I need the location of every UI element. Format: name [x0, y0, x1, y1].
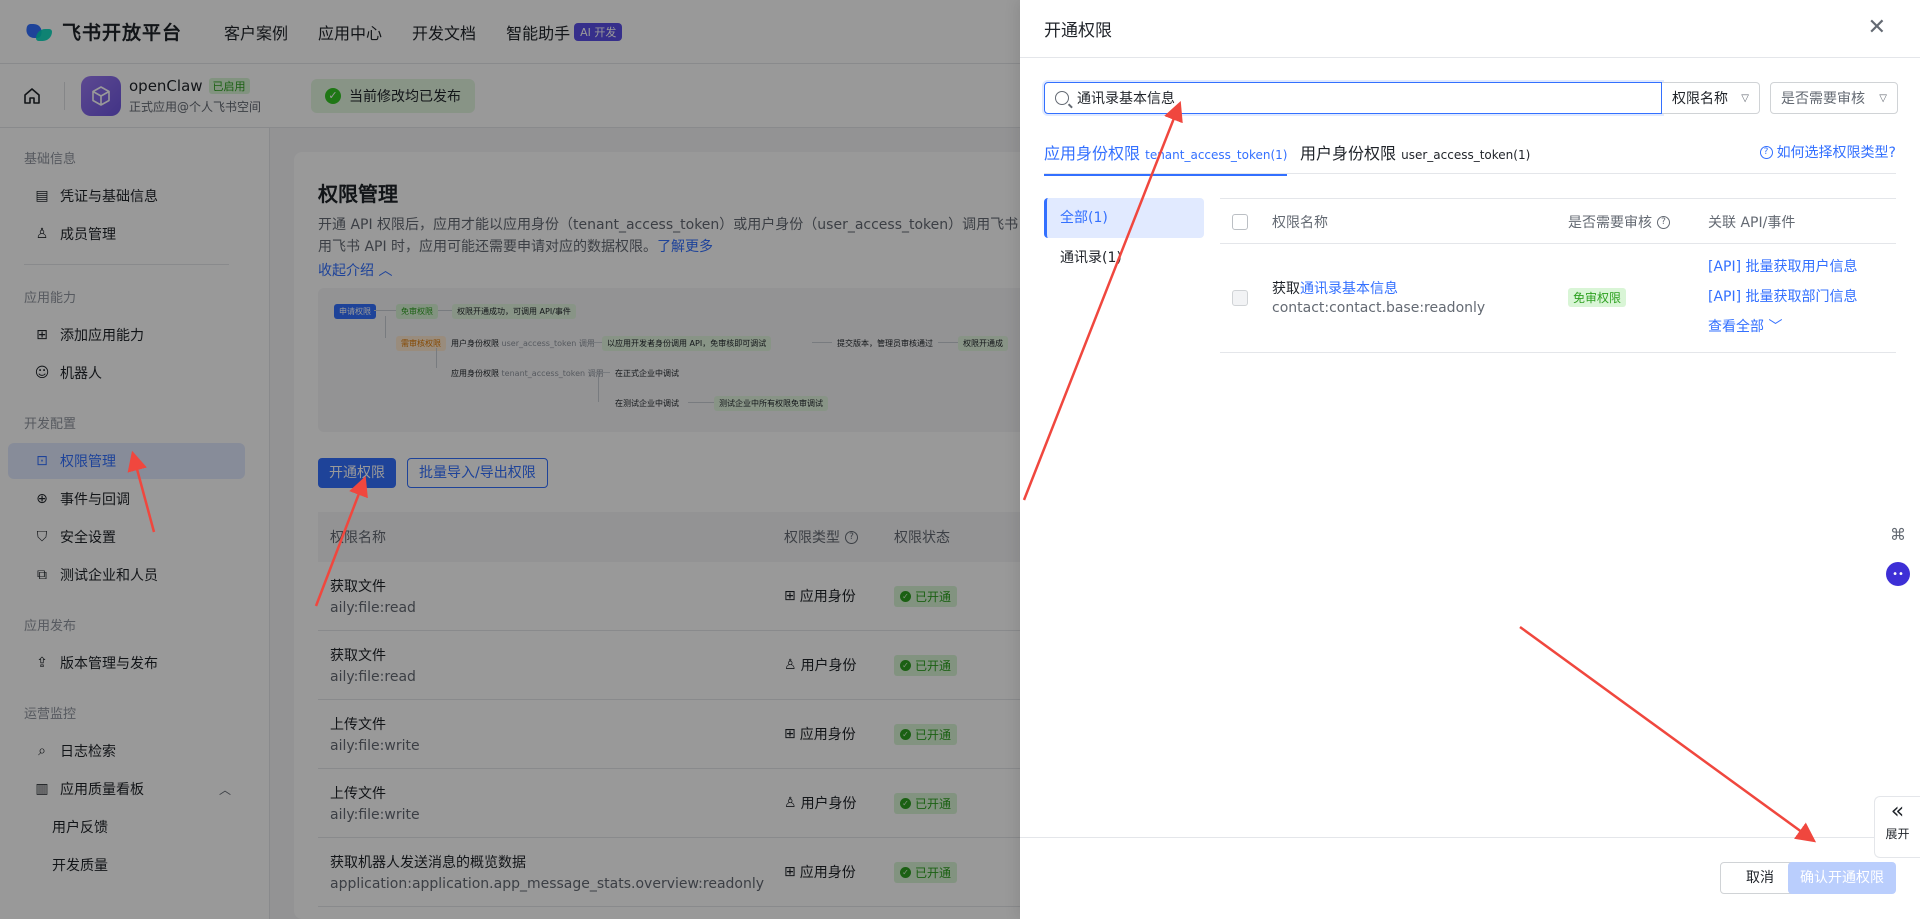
- api-link-batch-departments[interactable]: [API] 批量获取部门信息: [1708, 286, 1858, 306]
- tab-user-identity-token: user_access_token(1): [1401, 148, 1531, 162]
- drawer-title: 开通权限: [1044, 21, 1112, 41]
- modal-mask[interactable]: [0, 0, 1020, 919]
- permission-name-prefix: 获取: [1272, 281, 1300, 297]
- chevron-down-icon: ▽: [1879, 92, 1887, 104]
- search-input[interactable]: [1077, 90, 1637, 106]
- tab-app-identity[interactable]: 应用身份权限 tenant_access_token(1): [1044, 140, 1288, 176]
- expand-tab[interactable]: « 展开: [1874, 796, 1920, 858]
- table-header-api: 关联 API/事件: [1708, 215, 1796, 231]
- chevron-down-icon: ﹀: [1768, 319, 1783, 335]
- assistant-bot-icon[interactable]: ••: [1880, 556, 1916, 592]
- search-box: [1044, 82, 1662, 114]
- confirm-open-button[interactable]: 确认开通权限: [1788, 862, 1896, 894]
- table-header-review: 是否需要审核?: [1568, 212, 1670, 232]
- category-contacts[interactable]: 通讯录(1): [1044, 238, 1204, 278]
- drawer-footer: 取消 确认开通权限: [1020, 837, 1920, 919]
- select-all-checkbox[interactable]: [1232, 214, 1248, 230]
- view-all-link[interactable]: 查看全部 ﹀: [1708, 316, 1782, 336]
- api-link-batch-users[interactable]: [API] 批量获取用户信息: [1708, 256, 1858, 276]
- help-icon[interactable]: ?: [1657, 215, 1670, 229]
- tab-app-identity-label: 应用身份权限: [1044, 144, 1141, 163]
- row-checkbox[interactable]: [1232, 290, 1248, 306]
- tab-app-identity-token: tenant_access_token(1): [1145, 148, 1288, 162]
- search-field-select[interactable]: 权限名称 ▽: [1662, 82, 1760, 114]
- chevron-down-icon: ▽: [1741, 92, 1749, 104]
- search-field-label: 权限名称: [1672, 91, 1728, 107]
- review-badge: 免审权限: [1568, 288, 1627, 307]
- view-all-label: 查看全部: [1708, 319, 1764, 335]
- permission-name: 获取通讯录基本信息: [1272, 278, 1398, 298]
- apps-icon[interactable]: ⌘: [1880, 516, 1916, 552]
- close-icon[interactable]: ✕: [1868, 17, 1886, 39]
- floating-toolbar: ⌘ ••: [1876, 516, 1920, 596]
- permission-code: contact:contact.base:readonly: [1272, 300, 1486, 316]
- help-icon: ?: [1759, 145, 1773, 159]
- table-row: 获取通讯录基本信息 contact:contact.base:readonly …: [1220, 244, 1896, 353]
- search-highlight: 通讯录基本信息: [1300, 281, 1398, 297]
- table-header-name: 权限名称: [1272, 215, 1328, 231]
- identity-tabs: 应用身份权限 tenant_access_token(1) 用户身份权限 use…: [1044, 138, 1896, 176]
- expand-label: 展开: [1885, 827, 1910, 841]
- open-permission-drawer: 开通权限 ✕ 权限名称 ▽ 是否需要审核 ▽ 应用身份权限 tenant_acces…: [1020, 0, 1920, 919]
- review-filter-select[interactable]: 是否需要审核 ▽: [1770, 82, 1898, 114]
- search-icon: [1055, 91, 1069, 105]
- search-row: 权限名称 ▽ 是否需要审核 ▽: [1044, 82, 1898, 114]
- permission-search-table: 权限名称 是否需要审核? 关联 API/事件 获取通讯录基本信息 contact…: [1220, 198, 1896, 353]
- tab-user-identity[interactable]: 用户身份权限 user_access_token(1): [1300, 140, 1530, 174]
- drawer-header: 开通权限 ✕: [1020, 0, 1920, 58]
- category-list: 全部(1) 通讯录(1): [1044, 198, 1204, 278]
- table-header: 权限名称 是否需要审核? 关联 API/事件: [1220, 198, 1896, 244]
- category-all[interactable]: 全部(1): [1044, 198, 1204, 238]
- table-header-review-label: 是否需要审核: [1568, 215, 1652, 231]
- help-link[interactable]: ? 如何选择权限类型?: [1759, 142, 1896, 162]
- help-link-label: 如何选择权限类型?: [1776, 145, 1896, 161]
- double-chevron-left-icon: «: [1890, 799, 1905, 824]
- review-filter-label: 是否需要审核: [1781, 91, 1865, 107]
- tab-user-identity-label: 用户身份权限: [1300, 144, 1397, 163]
